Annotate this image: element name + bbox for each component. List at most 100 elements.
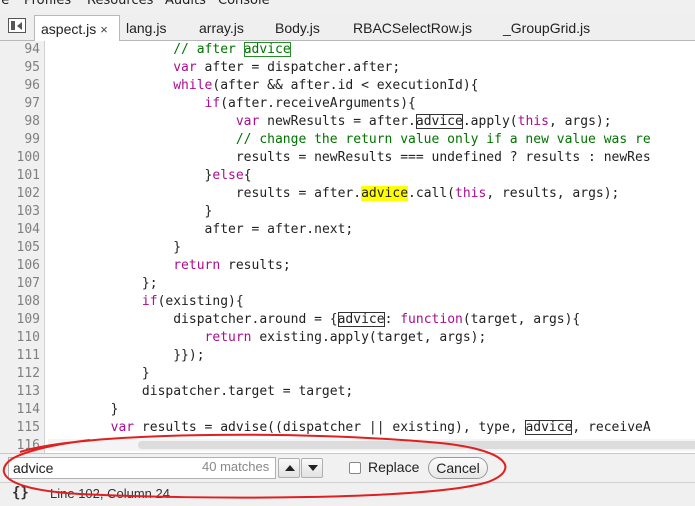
cursor-position: Line 102, Column 24 [50,486,170,501]
code-line: 96 while(after && after.id < executionId… [0,77,695,95]
line-number: 110 [16,330,40,345]
code-line: 99 // change the return value only if a … [0,131,695,149]
replace-label: Replace [368,459,420,475]
close-icon[interactable]: × [100,22,108,37]
line-number: 109 [16,312,40,327]
chevron-up-icon [285,465,295,471]
line-number: 95 [24,60,40,75]
line-number: 112 [16,366,40,381]
horizontal-scrollbar[interactable] [48,439,695,451]
code-line: 95 var after = dispatcher.after; [0,59,695,77]
code-text: if(after.receiveArguments){ [204,96,416,111]
line-number: 115 [16,420,40,435]
chevron-down-icon [308,465,318,471]
code-editor[interactable]: 94 // after advice 95 var after = dispat… [0,41,695,453]
file-tab-bar: aspect.js × lang.js array.js Body.js RBAC… [0,12,695,41]
menu-item-resources[interactable]: Resources [87,0,153,8]
current-search-match: advice [361,186,409,201]
code-text: // change the return value only if a new… [235,132,651,147]
menu-item-file[interactable]: ile [0,0,9,8]
sidebar-toggle-icon[interactable] [8,18,26,33]
code-line: 94 // after advice [0,41,695,59]
menu-item-profiles[interactable]: Profiles [24,0,71,8]
code-line: 109 dispatcher.around = {advice: functio… [0,311,695,329]
code-text: } [141,366,150,381]
code-line: 100 results = newResults === undefined ?… [0,149,695,167]
code-line: 107 }; [0,275,695,293]
code-text: dispatcher.target = target; [141,384,354,399]
code-line: 97 if(after.receiveArguments){ [0,95,695,113]
menu-item-audits[interactable]: Audits [165,0,206,8]
code-text: return existing.apply(target, args); [204,330,487,345]
code-line: 113 dispatcher.target = target; [0,383,695,401]
line-number: 114 [16,402,40,417]
code-text: }; [141,276,158,291]
line-number: 97 [24,96,40,111]
scrollbar-thumb[interactable] [138,441,695,449]
tab-label: aspect.js [41,21,97,37]
code-line: 111 }}); [0,347,695,365]
next-match-button[interactable] [301,458,323,478]
code-line: 104 after = after.next; [0,221,695,239]
code-text: // after advice [173,42,291,57]
code-text: results = newResults === undefined ? res… [235,150,651,165]
line-number: 98 [24,114,40,129]
code-line: 105 } [0,239,695,257]
previous-match-button[interactable] [278,458,300,478]
cancel-button[interactable]: Cancel [428,457,488,479]
code-text: var results = advise((dispatcher || exis… [110,420,651,435]
code-text: while(after && after.id < executionId){ [173,78,479,93]
code-line: 115 var results = advise((dispatcher || … [0,419,695,437]
code-text: } [110,402,119,417]
code-text: }}); [173,348,205,363]
code-text: after = after.next; [204,222,354,237]
code-line: 103 } [0,203,695,221]
code-text: }else{ [204,168,252,183]
line-number: 94 [24,42,40,57]
curly-braces-icon[interactable]: {} [12,485,29,501]
tab-array-js[interactable]: array.js [199,15,244,41]
tab-rbacselectrow-js[interactable]: RBACSelectRow.js [353,15,472,41]
search-match: advice [525,420,573,435]
tab-body-js[interactable]: Body.js [275,15,320,41]
search-match: advice [337,312,385,327]
code-text: if(existing){ [141,294,244,309]
line-number: 107 [16,276,40,291]
replace-checkbox[interactable] [349,462,361,474]
line-number: 101 [16,168,40,183]
line-number: 100 [16,150,40,165]
line-number: 108 [16,294,40,309]
code-text: var after = dispatcher.after; [173,60,401,75]
line-number: 111 [16,348,40,363]
search-bar: advice 40 matches Replace Cancel [0,453,695,482]
line-number: 103 [16,204,40,219]
line-number: 99 [24,132,40,147]
code-text: results = after.advice.call(this, result… [235,186,620,201]
code-text: dispatcher.around = {advice: function(ta… [173,312,581,327]
code-text: } [204,204,213,219]
code-text: var newResults = after.advice.apply(this… [235,114,612,129]
code-line: 114 } [0,401,695,419]
tab-groupgrid-js[interactable]: _GroupGrid.js [503,15,590,41]
line-number: 105 [16,240,40,255]
line-number: 102 [16,186,40,201]
code-line: 101 }else{ [0,167,695,185]
search-match: advice [243,42,291,57]
line-number: 116 [16,438,40,453]
tab-lang-js[interactable]: lang.js [126,15,166,41]
menu-bar: ile Profiles Resources Audits Console [0,0,695,12]
search-match: advice [415,114,463,129]
match-count: 40 matches [202,459,270,474]
line-number: 113 [16,384,40,399]
line-number: 106 [16,258,40,273]
code-line: 102 results = after.advice.call(this, re… [0,185,695,203]
tab-aspect-js[interactable]: aspect.js × [34,15,120,41]
code-line: 98 var newResults = after.advice.apply(t… [0,113,695,131]
menu-item-console[interactable]: Console [218,0,270,8]
code-line: 110 return existing.apply(target, args); [0,329,695,347]
code-text: } [173,240,182,255]
code-line: 112 } [0,365,695,383]
code-text: return results; [173,258,291,273]
line-number: 96 [24,78,40,93]
status-bar: {} Line 102, Column 24 [0,482,695,506]
